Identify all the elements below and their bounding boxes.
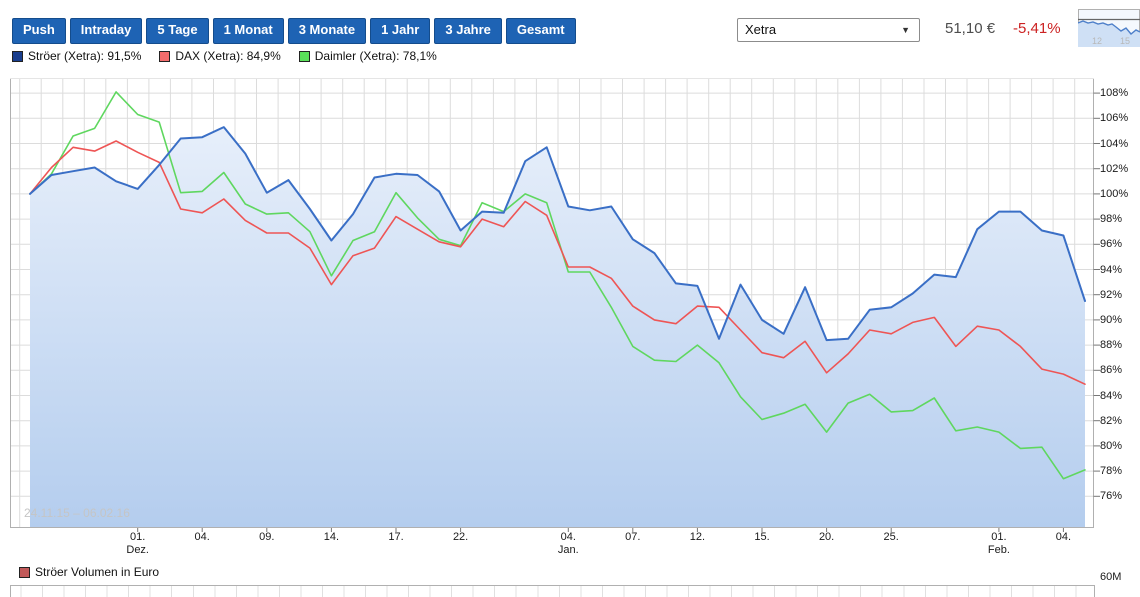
y-axis-tick-label: 100% — [1100, 188, 1128, 200]
y-axis-tick-label: 108% — [1100, 87, 1128, 99]
legend-swatch — [12, 51, 23, 62]
y-axis-tick-label: 92% — [1100, 289, 1122, 301]
y-axis-tick-label: 96% — [1100, 238, 1122, 250]
y-axis-tick-label: 94% — [1100, 264, 1122, 276]
x-axis-tick-label: 04. — [180, 531, 224, 543]
chevron-down-icon: ▼ — [901, 19, 910, 41]
x-axis-tick-label: 07. — [611, 531, 655, 543]
timeframe-button-bar: PushIntraday5 Tage1 Monat3 Monate1 Jahr3… — [12, 18, 576, 44]
sparkline-label: 12 — [1092, 36, 1102, 46]
volume-legend-label: Ströer Volumen in Euro — [35, 565, 159, 579]
chart-canvas[interactable] — [10, 78, 1105, 534]
x-axis-tick-label: 17. — [374, 531, 418, 543]
y-axis-tick-label: 84% — [1100, 390, 1122, 402]
x-axis-tick-label: 04. — [1041, 531, 1085, 543]
timeframe-button-1-jahr[interactable]: 1 Jahr — [370, 18, 430, 44]
legend-item-daimler: Daimler (Xetra): 78,1% — [299, 49, 437, 63]
timeframe-button-intraday[interactable]: Intraday — [70, 18, 143, 44]
legend-swatch — [299, 51, 310, 62]
x-axis-tick-label: 15. — [740, 531, 784, 543]
volume-chart-strip[interactable] — [10, 585, 1095, 597]
legend-label: Daimler (Xetra): 78,1% — [315, 49, 437, 63]
legend-item-dax: DAX (Xetra): 84,9% — [159, 49, 280, 63]
volume-legend-swatch — [19, 567, 30, 578]
x-axis-month-label: Jan. — [546, 544, 590, 556]
x-axis-tick-label: 25. — [869, 531, 913, 543]
x-axis-tick-label: 20. — [805, 531, 849, 543]
x-axis-tick-label: 01. — [116, 531, 160, 543]
stroeer-area-fill — [30, 127, 1085, 528]
performance-chart-svg — [10, 78, 1105, 534]
y-axis-tick-label: 76% — [1100, 490, 1122, 502]
x-axis-month-label: Dez. — [116, 544, 160, 556]
y-axis-tick-label: 102% — [1100, 163, 1128, 175]
change-percent-label: -5,41% — [1013, 20, 1061, 37]
timeframe-button-3-monate[interactable]: 3 Monate — [288, 18, 366, 44]
y-axis-tick-label: 86% — [1100, 364, 1122, 376]
sparkline-label: 15 — [1120, 36, 1130, 46]
x-axis-tick-label: 14. — [309, 531, 353, 543]
x-axis-tick-label: 09. — [245, 531, 289, 543]
sparkline-thumbnail[interactable]: 12 15 — [1078, 9, 1140, 47]
timeframe-button-push[interactable]: Push — [12, 18, 66, 44]
y-axis-tick-label: 82% — [1100, 415, 1122, 427]
legend-item-ströer: Ströer (Xetra): 91,5% — [12, 49, 141, 63]
y-axis-tick-label: 88% — [1100, 339, 1122, 351]
timeframe-button-1-monat[interactable]: 1 Monat — [213, 18, 284, 44]
volume-legend: Ströer Volumen in Euro — [19, 565, 159, 579]
sparkline-svg: 12 15 — [1078, 9, 1140, 47]
y-axis-tick-label: 78% — [1100, 465, 1122, 477]
y-axis-tick-label: 90% — [1100, 314, 1122, 326]
legend-label: Ströer (Xetra): 91,5% — [28, 49, 141, 63]
date-range-watermark: 24.11.15 – 06.02.16 — [24, 506, 130, 520]
x-axis-tick-label: 22. — [439, 531, 483, 543]
y-axis-tick-label: 98% — [1100, 213, 1122, 225]
legend-swatch — [159, 51, 170, 62]
y-axis-tick-label: 106% — [1100, 112, 1128, 124]
y-axis-tick-label: 80% — [1100, 440, 1122, 452]
y-axis-tick-label: 104% — [1100, 138, 1128, 150]
exchange-select[interactable]: Xetra ▼ — [737, 18, 920, 42]
x-axis-tick-label: 01. — [977, 531, 1021, 543]
x-axis-tick-label: 12. — [675, 531, 719, 543]
x-axis-month-label: Feb. — [977, 544, 1021, 556]
volume-axis-label: 60M — [1100, 571, 1121, 583]
chart-legend: Ströer (Xetra): 91,5% DAX (Xetra): 84,9% D… — [12, 49, 437, 63]
exchange-select-value: Xetra — [745, 22, 776, 37]
stock-chart-page: PushIntraday5 Tage1 Monat3 Monate1 Jahr3… — [0, 0, 1140, 597]
timeframe-button-gesamt[interactable]: Gesamt — [506, 18, 576, 44]
x-axis-tick-label: 04. — [546, 531, 590, 543]
price-label: 51,10 € — [945, 20, 995, 37]
timeframe-button-3-jahre[interactable]: 3 Jahre — [434, 18, 502, 44]
timeframe-button-5-tage[interactable]: 5 Tage — [146, 18, 208, 44]
legend-label: DAX (Xetra): 84,9% — [175, 49, 280, 63]
